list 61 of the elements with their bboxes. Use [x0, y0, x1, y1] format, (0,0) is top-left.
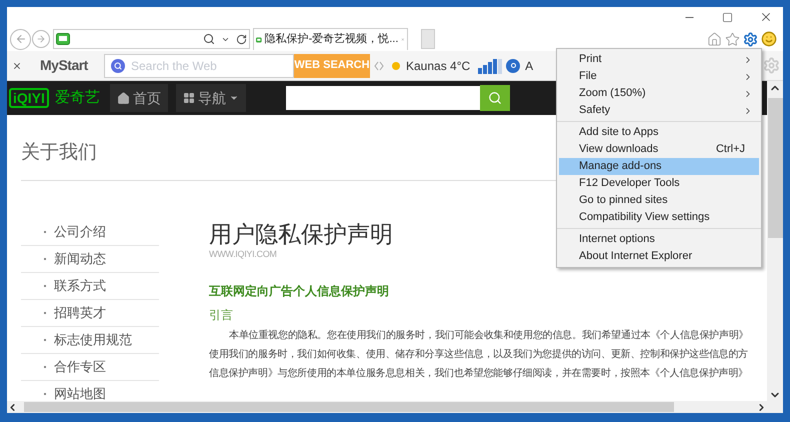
menu-item[interactable]: Safety: [559, 102, 759, 119]
sidebar-link[interactable]: 合作专区: [54, 356, 106, 376]
menu-item[interactable]: File: [559, 68, 759, 85]
toolbar-close-icon[interactable]: [12, 60, 22, 70]
section-label: 引言: [209, 307, 233, 324]
maximize-icon[interactable]: [722, 12, 733, 22]
page-heading: 关于我们: [21, 142, 97, 163]
search-icon: [111, 58, 125, 72]
site-search-button[interactable]: [480, 85, 510, 111]
weather-text[interactable]: Kaunas 4°C: [406, 56, 470, 74]
scrollbar-thumb[interactable]: [768, 98, 782, 238]
back-button[interactable]: [10, 28, 31, 50]
nav-button[interactable]: 首页: [110, 84, 168, 112]
menu-item[interactable]: Go to pinned sites: [559, 192, 759, 209]
paragraph-line: 信息保护声明》与您所使用的本单位服务息息相关，我们也希望您能够仔细阅读，并在需要时，按照本《个人信息保护声明》: [209, 368, 748, 380]
home-icon: [116, 92, 130, 104]
grid-icon: [182, 92, 195, 104]
menu-item[interactable]: Manage add-ons: [559, 158, 759, 175]
settings-icon[interactable]: [743, 32, 758, 46]
site-favicon-icon: [56, 33, 70, 45]
scrollbar-thumb[interactable]: [24, 402, 674, 412]
mystart-logo[interactable]: MyStart: [40, 55, 100, 76]
policy-title: 用户隐私保护声明: [209, 220, 393, 248]
menu-item[interactable]: Internet options: [559, 231, 759, 248]
brand-name[interactable]: 爱奇艺: [54, 86, 100, 110]
menu-item[interactable]: F12 Developer Tools: [559, 175, 759, 192]
menu-item[interactable]: Print: [559, 51, 759, 68]
search-icon: [488, 91, 502, 105]
paragraph-line: 本单位重视您的隐私。您在使用我们的服务时，我们可能会收集和使用您的信息。我们希望通过本《个人信息保护声明》: [228, 330, 748, 342]
sidebar-link[interactable]: 新闻动态: [54, 248, 106, 268]
site-search-field[interactable]: [286, 86, 480, 110]
horizontal-scrollbar[interactable]: [7, 401, 767, 413]
vertical-scrollbar[interactable]: [767, 81, 783, 413]
refresh-icon[interactable]: [236, 34, 247, 44]
paragraph-line: 使用我们的服务时，我们如何收集、使用、储存和分享这些信息，以及我们为您提供的访问、更新、控制和保护这些信息的方: [209, 349, 748, 361]
home-icon[interactable]: [707, 32, 722, 46]
toolbar-text[interactable]: A: [525, 56, 534, 74]
search-icon[interactable]: [203, 33, 215, 45]
section-subheading: 互联网定向广告个人信息保护声明: [209, 283, 389, 300]
shortcut-text: Ctrl+J: [716, 142, 745, 158]
sidebar-link[interactable]: 招聘英才: [54, 302, 106, 322]
favorites-star-icon[interactable]: [725, 32, 740, 46]
menu-item[interactable]: Add site to Apps: [559, 124, 759, 141]
sidebar-link[interactable]: 网站地图: [54, 384, 106, 401]
tab-title: 隐私保护-爱奇艺视频，悦...: [264, 32, 398, 48]
address-field[interactable]: [53, 29, 250, 49]
site-url: WWW.IQIYI.COM: [209, 248, 277, 261]
smiley-icon[interactable]: [761, 31, 777, 47]
menu-item[interactable]: About Internet Explorer: [559, 248, 759, 265]
menu-item[interactable]: View downloads Ctrl+J: [559, 141, 759, 158]
sidebar-link[interactable]: 公司介绍: [54, 222, 106, 242]
sidebar-link[interactable]: 联系方式: [54, 276, 106, 296]
sidebar-link[interactable]: 标志使用规范: [54, 330, 132, 350]
nav-button[interactable]: 导航: [176, 84, 246, 112]
back-arrow-icon: [14, 33, 26, 45]
signal-bars-icon[interactable]: [478, 58, 502, 74]
menu-item[interactable]: Zoom (150%): [559, 85, 759, 102]
forward-arrow-icon: [36, 34, 46, 44]
browser-tab[interactable]: 隐私保护-爱奇艺视频，悦...: [253, 28, 408, 50]
iqiyi-logo[interactable]: iQIYI: [9, 88, 49, 108]
menu-item[interactable]: Compatibility View settings: [559, 209, 759, 226]
